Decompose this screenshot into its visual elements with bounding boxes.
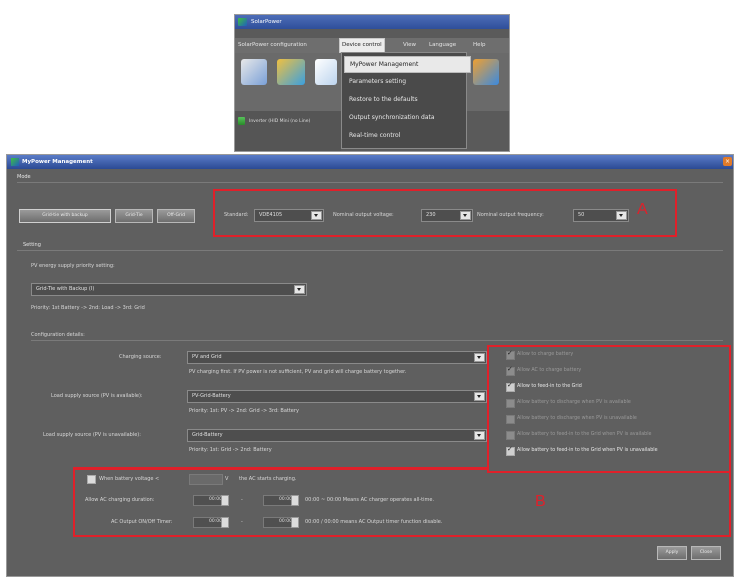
- annotation-box-b-top-edge: [73, 467, 489, 470]
- menu-item-restore-defaults[interactable]: Restore to the defaults: [344, 92, 469, 107]
- window-logo-icon: [11, 158, 19, 166]
- menu-item-output-sync-data[interactable]: Output synchronization data: [344, 110, 469, 125]
- inset-screenshot: SolarPower SolarPower configuration Devi…: [234, 14, 510, 152]
- menu-item-mypower-management[interactable]: MyPower Management: [344, 56, 471, 73]
- mode-heading: Mode: [17, 174, 31, 180]
- load-unavailable-select[interactable]: Grid-Battery: [187, 429, 487, 442]
- setting-heading: Setting: [23, 242, 41, 248]
- menu-help[interactable]: Help: [473, 38, 486, 53]
- off-grid-button[interactable]: Off-Grid: [157, 209, 195, 223]
- menu-item-parameters-setting[interactable]: Parameters setting: [344, 74, 469, 89]
- load-unavailable-desc: Priority: 1st: Grid -> 2nd: Battery: [189, 447, 272, 453]
- load-available-value: PV-Grid-Battery: [192, 393, 231, 399]
- config-divider: [31, 340, 723, 341]
- priority-text: Priority: 1st Battery -> 2nd: Load -> 3r…: [31, 305, 145, 311]
- inset-title-bar: SolarPower: [235, 15, 509, 29]
- menu-solarpower-configuration[interactable]: SolarPower configuration: [238, 38, 307, 53]
- menu-item-real-time-control[interactable]: Real-time control: [344, 128, 469, 143]
- grid-tie-button[interactable]: Grid-Tie: [115, 209, 153, 223]
- inverter-label[interactable]: Inverter (HID Mini (no Line): [249, 119, 310, 124]
- annotation-box-b-lower: [73, 467, 731, 537]
- window-title: MyPower Management: [7, 155, 733, 169]
- toolbar-users-icon[interactable]: [473, 59, 499, 85]
- inset-menu-bar: SolarPower configuration Device control …: [235, 38, 509, 53]
- charging-source-label: Charging source:: [119, 354, 162, 360]
- pv-priority-label: PV energy supply priority setting:: [31, 263, 115, 269]
- config-heading: Configuration details:: [31, 332, 85, 338]
- menu-view[interactable]: View: [403, 38, 416, 53]
- chevron-down-icon[interactable]: [474, 353, 485, 362]
- load-unavailable-value: Grid-Battery: [192, 432, 223, 438]
- toolbar-monitor-icon[interactable]: [241, 59, 267, 85]
- annotation-box-b-upper: [487, 345, 731, 473]
- inset-device-list: Inverter (HID Mini (no Line): [235, 111, 341, 151]
- chevron-down-icon[interactable]: [474, 392, 485, 401]
- close-button[interactable]: Close: [691, 546, 721, 560]
- close-icon[interactable]: ×: [723, 157, 732, 166]
- annotation-label-a: A: [637, 201, 648, 218]
- pv-priority-select[interactable]: Grid-Tie with Backup (I): [31, 283, 307, 296]
- charging-source-value: PV and Grid: [192, 354, 222, 360]
- load-available-desc: Priority: 1st: PV -> 2nd: Grid -> 3rd: B…: [189, 408, 299, 414]
- pv-priority-value: Grid-Tie with Backup (I): [36, 286, 95, 292]
- charging-source-select[interactable]: PV and Grid: [187, 351, 487, 364]
- load-available-label: Load supply source (PV is available):: [51, 393, 143, 399]
- annotation-label-b: B: [535, 493, 546, 510]
- annotation-box-a: [213, 189, 677, 237]
- device-control-dropdown: MyPower Management Parameters setting Re…: [341, 52, 471, 149]
- toolbar-doc-icon[interactable]: [315, 59, 337, 85]
- chevron-down-icon[interactable]: [474, 431, 485, 440]
- apply-button[interactable]: Apply: [657, 546, 687, 560]
- load-unavailable-label: Load supply source (PV is unavailable):: [43, 432, 141, 438]
- charging-source-desc: PV charging first. If PV power is not su…: [189, 369, 407, 375]
- mypower-management-window: MyPower Management × Mode Grid-tie with …: [6, 154, 734, 577]
- inverter-icon: [238, 117, 245, 125]
- toolbar-chart-icon[interactable]: [277, 59, 305, 85]
- menu-language[interactable]: Language: [429, 38, 456, 53]
- menu-device-control[interactable]: Device control: [339, 38, 385, 53]
- app-logo-icon: [238, 18, 247, 26]
- load-available-select[interactable]: PV-Grid-Battery: [187, 390, 487, 403]
- chevron-down-icon[interactable]: [294, 285, 305, 294]
- setting-divider: [17, 250, 723, 251]
- grid-tie-with-backup-button[interactable]: Grid-tie with backup: [19, 209, 111, 223]
- mode-divider: [17, 182, 723, 183]
